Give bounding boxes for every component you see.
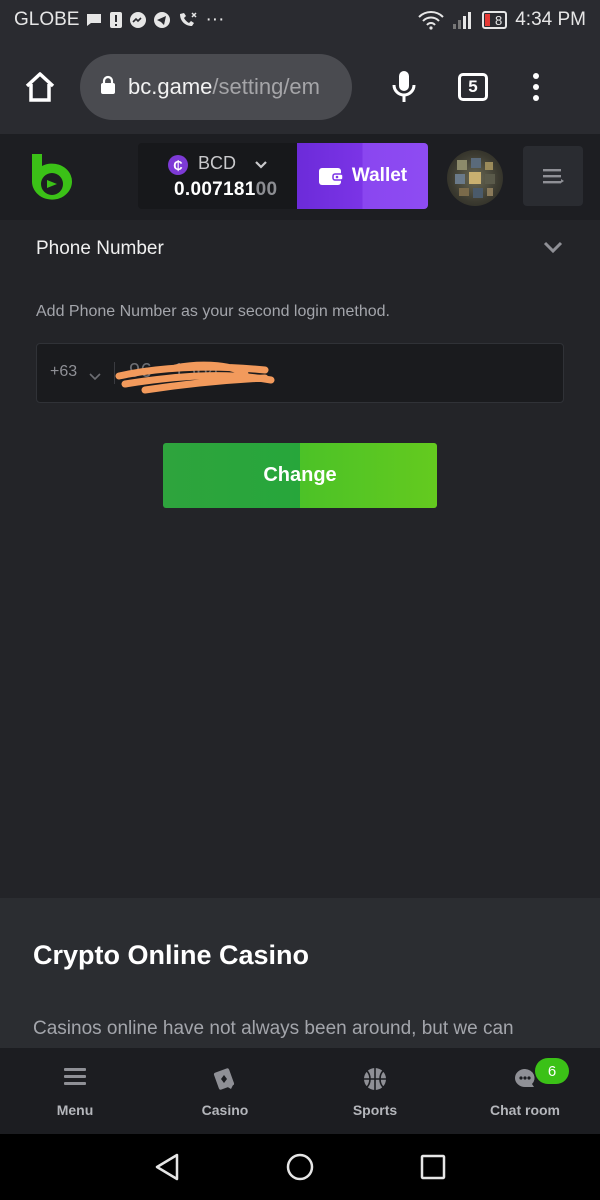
chevron-down-icon bbox=[254, 157, 268, 175]
balance-main: 0.007181 bbox=[174, 179, 256, 200]
lock-icon bbox=[100, 75, 116, 100]
bc-game-logo[interactable] bbox=[28, 154, 72, 207]
site-header: ₵ BCD 0.00718100 Wallet bbox=[0, 134, 600, 220]
voice-search-button[interactable] bbox=[384, 61, 424, 113]
home-icon bbox=[25, 72, 55, 102]
wifi-icon bbox=[418, 10, 444, 30]
wallet-label: Wallet bbox=[351, 165, 408, 186]
section-description: Add Phone Number as your second login me… bbox=[36, 303, 390, 320]
phone-number-field[interactable]: +63 96 1564 bbox=[36, 343, 564, 403]
recents-icon[interactable] bbox=[420, 1152, 446, 1187]
messenger-icon bbox=[129, 11, 147, 29]
battery-level: 8 bbox=[495, 12, 503, 28]
logo-icon bbox=[32, 154, 72, 200]
info-text: Casinos online have not always been arou… bbox=[33, 1018, 514, 1039]
nav-casino[interactable]: Casino bbox=[150, 1048, 300, 1134]
casino-icon bbox=[212, 1066, 238, 1097]
settings-content: Phone Number Add Phone Number as your se… bbox=[0, 220, 600, 898]
country-code[interactable]: +63 bbox=[50, 363, 77, 381]
clock: 4:34 PM bbox=[515, 9, 586, 30]
chevron-down-icon bbox=[89, 368, 101, 386]
signal-icon bbox=[452, 10, 474, 30]
info-title: Crypto Online Casino bbox=[33, 940, 310, 970]
url-host: bc.game bbox=[128, 74, 213, 99]
nav-label: Menu bbox=[56, 1102, 94, 1118]
microphone-icon bbox=[392, 71, 416, 102]
alert-icon bbox=[109, 11, 123, 29]
list-menu-icon bbox=[543, 169, 564, 184]
nav-label: Sports bbox=[352, 1102, 398, 1118]
overflow-icon: ··· bbox=[205, 9, 225, 30]
message-icon bbox=[85, 11, 103, 29]
wallet-icon bbox=[318, 168, 344, 185]
nav-label: Casino bbox=[201, 1102, 249, 1118]
avatar-image bbox=[455, 158, 495, 198]
seo-info-section: Crypto Online Casino Casinos online have… bbox=[0, 898, 600, 1048]
bottom-navigation: Menu Casino Sports Chat room bbox=[0, 1048, 600, 1134]
change-button[interactable]: Change bbox=[163, 443, 437, 508]
nav-sports[interactable]: Sports bbox=[300, 1048, 450, 1134]
currency-name: BCD bbox=[198, 153, 237, 173]
battery-icon: 8 bbox=[482, 11, 508, 29]
redaction-scribble bbox=[115, 354, 315, 401]
home-button[interactable] bbox=[14, 61, 66, 113]
home-circle-icon[interactable] bbox=[285, 1152, 315, 1187]
nav-label: Chat room bbox=[490, 1102, 560, 1118]
url-path: /setting/em bbox=[212, 74, 320, 99]
carrier-label: GLOBE bbox=[14, 9, 80, 30]
balance-selector[interactable]: ₵ BCD 0.00718100 bbox=[138, 143, 300, 209]
address-bar[interactable]: bc.game/setting/em bbox=[80, 54, 352, 120]
sidebar-toggle-button[interactable] bbox=[523, 146, 583, 206]
nav-chat-room[interactable]: Chat room bbox=[450, 1048, 600, 1134]
back-icon[interactable] bbox=[153, 1152, 181, 1187]
chat-unread-badge: 6 bbox=[535, 1058, 569, 1084]
tab-switcher-button[interactable]: 5 bbox=[458, 73, 488, 101]
browser-menu-button[interactable] bbox=[526, 73, 546, 101]
browser-toolbar: bc.game/setting/em 5 bbox=[0, 40, 600, 134]
bcd-coin-icon: ₵ bbox=[168, 155, 188, 175]
section-title: Phone Number bbox=[36, 238, 164, 259]
balance-amount: 0.00718100 bbox=[174, 179, 277, 201]
status-bar: GLOBE ··· 8 4:34 PM bbox=[0, 0, 600, 40]
nav-menu[interactable]: Menu bbox=[0, 1048, 150, 1134]
system-navigation-bar bbox=[0, 1134, 600, 1200]
user-avatar[interactable] bbox=[447, 150, 503, 206]
menu-icon bbox=[63, 1066, 87, 1093]
url-text: bc.game/setting/em bbox=[128, 74, 320, 100]
balance-trailing-zeros: 00 bbox=[255, 179, 278, 200]
telegram-icon bbox=[153, 11, 171, 29]
sports-icon bbox=[362, 1066, 388, 1097]
chevron-down-icon[interactable] bbox=[543, 240, 563, 259]
missed-call-icon bbox=[177, 11, 199, 29]
wallet-button[interactable]: Wallet bbox=[297, 143, 428, 209]
